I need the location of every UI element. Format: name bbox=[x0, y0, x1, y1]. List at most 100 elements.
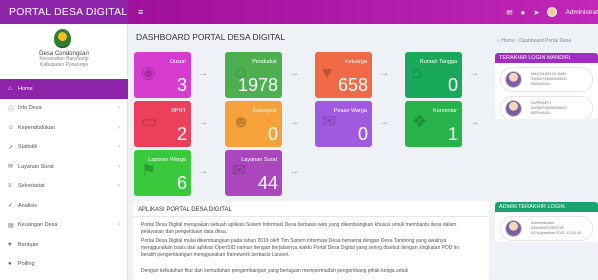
stat-tile: ☺ Penduduk 1978 bbox=[225, 52, 282, 98]
sidebar-item-polling[interactable]: ● Polling bbox=[0, 255, 128, 275]
sidebar-item-label: Sekretariat bbox=[18, 183, 45, 190]
user-name[interactable]: Administrat bbox=[565, 9, 598, 16]
chevron-right-icon: › bbox=[118, 144, 120, 151]
letter-icon: ✉ bbox=[232, 161, 247, 180]
stat-label: Layanan Surat bbox=[241, 157, 277, 163]
sidebar-item-info-desa[interactable]: ⓘ Info Desa › bbox=[0, 99, 128, 119]
sidebar-item-label: Bantuan bbox=[18, 241, 39, 248]
divider bbox=[133, 216, 489, 217]
money-icon: ▤ bbox=[8, 222, 14, 229]
login-entry[interactable]: SUPRAPTI 3306070605930003 BERHASIL bbox=[500, 96, 593, 119]
chevron-right-icon: › bbox=[118, 183, 120, 190]
village-regency: Kabupaten Purworejo bbox=[39, 61, 89, 68]
message-icon: ✉ bbox=[322, 112, 337, 131]
sidebar-item-label: Analisis bbox=[18, 202, 37, 209]
comment-icon: ❖ bbox=[412, 112, 428, 131]
chevron-right-icon: › bbox=[118, 222, 120, 229]
sidebar-item-layanan-surat[interactable]: ✉ Layanan Surat › bbox=[0, 157, 128, 177]
arrow-right-icon[interactable]: → bbox=[287, 166, 301, 177]
arrow-right-icon[interactable]: → bbox=[377, 117, 391, 128]
stat-card-pesan-warga[interactable]: ✉ Pesan Warga 0 → bbox=[315, 101, 391, 147]
admin-login-panel: ADMIN TERAKHIR LOGIN Administrator ADMIN… bbox=[495, 202, 598, 242]
poll-icon: ● bbox=[8, 261, 12, 268]
stat-card-layanan-surat[interactable]: ✉ Layanan Surat 44 → bbox=[225, 150, 301, 196]
entry-status: BERHASIL bbox=[531, 110, 551, 115]
login-entry[interactable]: NAUFA AFLIH SAFI 3306070605940003 BERHAS… bbox=[500, 67, 593, 92]
arrow-right-icon[interactable]: → bbox=[196, 166, 210, 177]
page-title: DASHBOARD PORTAL DESA DIGITAL bbox=[136, 32, 285, 42]
stat-card-penduduk[interactable]: ☺ Penduduk 1978 → bbox=[225, 52, 301, 98]
sidebar-item-analisis[interactable]: ✓ Analisis bbox=[0, 196, 128, 216]
sidebar-item-sekretariat[interactable]: ≡ Sekretariat › bbox=[0, 177, 128, 197]
info-paragraph: Portal Desa Digital mulai dikembangkan p… bbox=[141, 238, 459, 258]
arrow-right-icon[interactable]: → bbox=[287, 117, 301, 128]
people-icon: ☺ bbox=[8, 124, 15, 131]
sidebar-item-label: Info Desa bbox=[18, 105, 42, 112]
app-brand[interactable]: PORTAL DESA DIGITAL bbox=[0, 0, 128, 24]
stat-tile: ⚑ Laporan Warga 6 bbox=[134, 150, 191, 196]
menu-icon[interactable]: ≡ bbox=[138, 7, 143, 17]
arrow-right-icon[interactable]: → bbox=[377, 68, 391, 79]
arrow-right-icon[interactable]: → bbox=[287, 68, 301, 79]
stat-label: Dusun bbox=[170, 59, 186, 65]
arrow-right-icon[interactable]: → bbox=[467, 117, 481, 128]
admin-entry[interactable]: Administrator ADMINISTRATOR 04 November … bbox=[500, 216, 593, 241]
entry-time: 04 November 2021 11:16:15 bbox=[531, 230, 582, 235]
sidebar-item-label: Home bbox=[18, 85, 33, 92]
stat-tile: ❖ Komentar 1 bbox=[405, 101, 462, 147]
stat-label: Laporan Warga bbox=[148, 157, 186, 163]
info-icon: ⓘ bbox=[8, 106, 15, 113]
stat-value: 1 bbox=[447, 124, 458, 144]
mail-icon[interactable]: ✉ bbox=[506, 8, 512, 17]
stat-tile: ◉ Dusun 3 bbox=[134, 52, 191, 98]
breadcrumb[interactable]: ⌂ Home › Dashboard Portal Desa bbox=[497, 38, 571, 44]
stat-label: BPNT bbox=[171, 108, 186, 114]
sidebar-item-home[interactable]: ⌂ Home bbox=[0, 79, 128, 99]
stat-tile: ⌂ Rumah Tangga 0 bbox=[405, 52, 462, 98]
stat-tile: ♥ Keluarga 658 bbox=[315, 52, 372, 98]
sidebar-item-keuangan-desa[interactable]: ▤ Keuangan Desa › bbox=[0, 216, 128, 236]
top-right-tools: ✉ ● ➤ Administrat bbox=[506, 0, 598, 24]
stat-value: 0 bbox=[447, 75, 458, 95]
stat-card-keluarga[interactable]: ♥ Keluarga 658 → bbox=[315, 52, 391, 98]
avatar[interactable] bbox=[547, 7, 558, 17]
chevron-right-icon: › bbox=[118, 163, 120, 170]
stat-card-kelompok[interactable]: ☻ Kelompok 0 → bbox=[225, 101, 301, 147]
sidebar-item-label: Polling bbox=[18, 261, 35, 268]
house-icon: ⌂ bbox=[412, 63, 423, 82]
sidebar-item-label: Statistik bbox=[18, 144, 38, 151]
arrow-right-icon[interactable]: → bbox=[196, 117, 210, 128]
sidebar-item-label: Keuangan Desa bbox=[18, 222, 58, 229]
sidebar-item-statistik[interactable]: ↗ Statistik › bbox=[0, 138, 128, 158]
check-icon: ✓ bbox=[8, 203, 14, 210]
heart-icon: ♥ bbox=[8, 241, 12, 248]
card-icon: ▭ bbox=[141, 112, 158, 131]
stat-card-dusun[interactable]: ◉ Dusun 3 → bbox=[134, 52, 210, 98]
sidebar-item-bantuan[interactable]: ♥ Bantuan bbox=[0, 235, 128, 255]
stat-label: Keluarga bbox=[344, 59, 367, 65]
document-icon: ≡ bbox=[8, 183, 12, 190]
stat-value: 44 bbox=[257, 173, 278, 193]
info-paragraph: Dengan kebutuhan fitur dan kemudahan pen… bbox=[141, 268, 409, 274]
last-login-panel: TERAKHIR LOGIN MANDIRI NAUFA AFLIH SAFI … bbox=[495, 53, 598, 119]
avatar bbox=[505, 71, 522, 88]
stat-value: 3 bbox=[176, 75, 187, 95]
sidebar-item-pertanahan[interactable]: ▣Pertanahan bbox=[0, 274, 128, 280]
arrow-right-icon[interactable]: → bbox=[467, 68, 481, 79]
stat-tile: ✉ Pesan Warga 0 bbox=[315, 101, 372, 147]
pin-icon[interactable]: ➤ bbox=[533, 8, 539, 17]
arrow-right-icon[interactable]: → bbox=[196, 68, 210, 79]
stat-card-rumah-tangga[interactable]: ⌂ Rumah Tangga 0 → bbox=[405, 52, 481, 98]
avatar bbox=[505, 100, 522, 117]
sidebar-item-kependudukan[interactable]: ☺ Kependudukan › bbox=[0, 118, 128, 138]
chat-icon[interactable]: ● bbox=[521, 8, 526, 17]
avatar bbox=[505, 220, 522, 237]
stat-card-komentar[interactable]: ❖ Komentar 1 → bbox=[405, 101, 481, 147]
stat-card-bpnt[interactable]: ▭ BPNT 2 → bbox=[134, 101, 210, 147]
stat-label: Rumah Tangga bbox=[419, 59, 457, 65]
chevron-right-icon: › bbox=[118, 105, 120, 112]
stat-card-laporan-warga[interactable]: ⚑ Laporan Warga 6 → bbox=[134, 150, 210, 196]
stat-label: Penduduk bbox=[252, 59, 277, 65]
stat-value: 0 bbox=[357, 124, 368, 144]
stat-label: Kelompok bbox=[252, 108, 277, 114]
